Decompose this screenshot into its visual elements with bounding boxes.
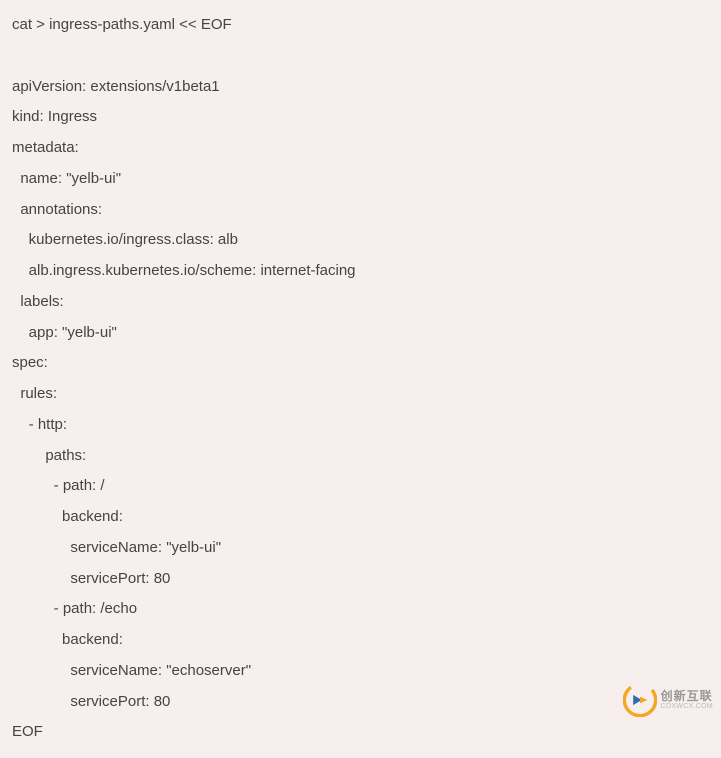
- code-block: cat > ingress-paths.yaml << EOF apiVersi…: [0, 0, 721, 758]
- watermark-cn: 创新互联: [661, 690, 713, 703]
- code-line: cat > ingress-paths.yaml << EOF apiVersi…: [12, 16, 356, 740]
- watermark-en: CDXWCX.COM: [661, 703, 713, 711]
- logo-icon: [623, 683, 657, 717]
- watermark: 创新互联 CDXWCX.COM: [623, 683, 713, 717]
- logo-text: 创新互联 CDXWCX.COM: [661, 690, 713, 711]
